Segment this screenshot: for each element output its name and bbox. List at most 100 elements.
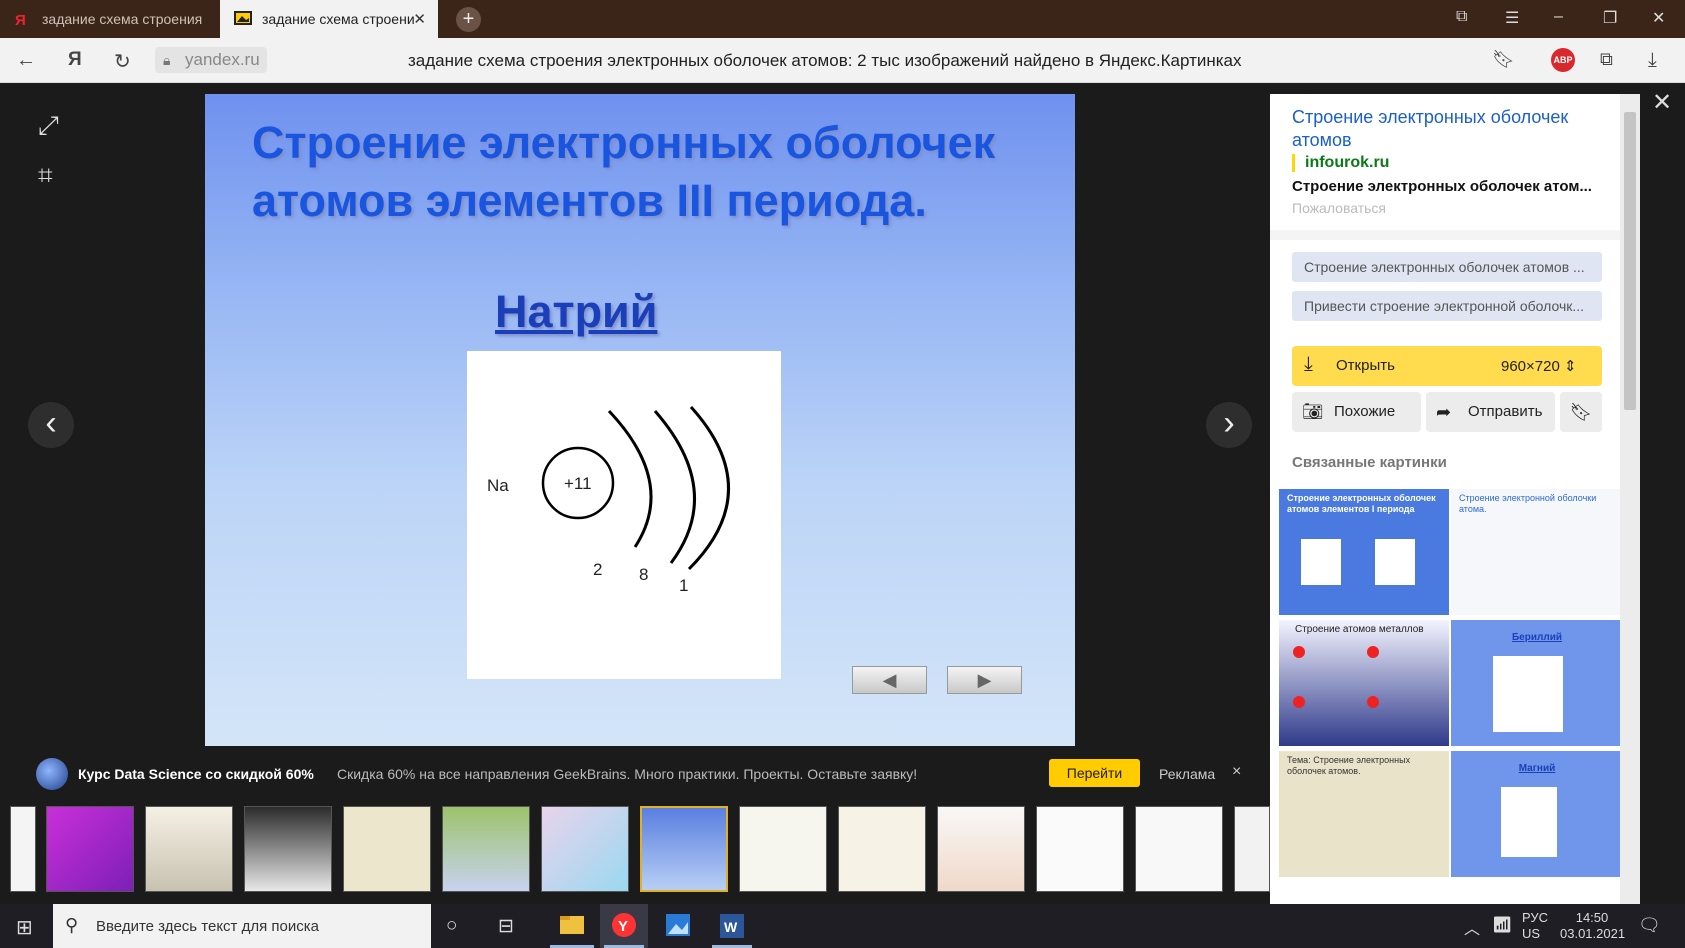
related-image[interactable]: Строение электронных оболочек атомов эле…: [1279, 489, 1449, 615]
similar-label: Похожие: [1334, 403, 1396, 420]
shell-2-arc: [653, 410, 697, 564]
thumbnail[interactable]: [1036, 806, 1124, 892]
related-image[interactable]: Строение электронной оболочки атома.: [1451, 489, 1621, 615]
related-image-title: Строение электронной оболочки атома.: [1459, 493, 1597, 514]
thumbnail[interactable]: [838, 806, 926, 892]
size-value: 960×720: [1501, 358, 1560, 375]
download-icon[interactable]: ⤓: [1648, 49, 1657, 72]
panel-site[interactable]: infourok.ru: [1292, 154, 1389, 172]
size-select[interactable]: 960×720 ⇕: [1501, 357, 1577, 375]
collections-icon[interactable]: ⧉: [1456, 8, 1467, 26]
ad-go-button[interactable]: Перейти: [1049, 759, 1140, 787]
thumbnail[interactable]: [244, 806, 332, 892]
notifications-icon[interactable]: 🗨︎: [1638, 915, 1661, 936]
back-icon[interactable]: ←: [16, 49, 36, 72]
related-search-pill[interactable]: Строение электронных оболочек атомов ...: [1292, 252, 1602, 282]
svg-text:Я: Я: [15, 12, 26, 27]
related-image[interactable]: Тема: Строение электронных оболочек атом…: [1279, 751, 1449, 877]
shell-1-count: 2: [593, 560, 602, 579]
yandex-browser-icon[interactable]: Y: [600, 904, 648, 948]
info-panel: Строение электронных оболочек атомов inf…: [1270, 94, 1630, 904]
related-image-title: Магний: [1518, 763, 1556, 774]
close-viewer-icon[interactable]: ✕: [1652, 88, 1672, 117]
thumbnail[interactable]: [937, 806, 1025, 892]
related-image[interactable]: Строение атомов металлов: [1279, 620, 1449, 746]
thumbnail[interactable]: [739, 806, 827, 892]
yandex-logo-icon[interactable]: Я: [68, 49, 82, 71]
tab-2-active[interactable]: задание схема строени ✕: [220, 0, 438, 38]
tab-1[interactable]: Я задание схема строения э: [0, 0, 218, 38]
clock-time: 14:50: [1575, 910, 1609, 925]
close-window-icon[interactable]: ✕: [1652, 8, 1665, 28]
thumbnail[interactable]: [1135, 806, 1223, 892]
fullscreen-icon[interactable]: ⤢: [38, 110, 59, 142]
related-image[interactable]: Бериллий: [1451, 620, 1621, 746]
file-explorer-icon[interactable]: [546, 904, 598, 948]
ad-close-icon[interactable]: ×: [1232, 763, 1241, 781]
ad-text[interactable]: Скидка 60% на все направления GeekBrains…: [337, 766, 917, 782]
bookmark-icon[interactable]: 🔖︎: [1492, 49, 1515, 70]
thumbnail[interactable]: [10, 806, 36, 892]
adblock-icon[interactable]: ABP: [1551, 48, 1575, 72]
minimize-icon[interactable]: –: [1554, 8, 1563, 26]
panel-title[interactable]: Строение электронных оболочек атомов: [1292, 106, 1612, 152]
related-image[interactable]: Магний: [1451, 751, 1621, 877]
domain-label[interactable]: 🔒︎ yandex.ru: [155, 47, 267, 73]
language-indicator[interactable]: РУС US: [1522, 910, 1548, 942]
restore-icon[interactable]: ❐: [1603, 8, 1617, 28]
ad-title[interactable]: Курс Data Science со скидкой 60%: [78, 766, 314, 782]
thumbnail[interactable]: [46, 806, 134, 892]
clock[interactable]: 14:50 03.01.2021: [1560, 910, 1625, 942]
ad-label[interactable]: Реклама: [1159, 766, 1215, 782]
slide-next-icon: ▶: [947, 666, 1022, 694]
atom-diagram: Na +11 2 8 1: [467, 351, 781, 679]
thumbnail-selected[interactable]: [640, 806, 728, 892]
language-secondary: US: [1522, 926, 1541, 941]
extension-icon[interactable]: ⧉: [1600, 49, 1613, 70]
thumbnail[interactable]: [1234, 806, 1270, 892]
open-button[interactable]: ⤓ Открыть 960×720 ⇕: [1292, 346, 1602, 386]
slide-image[interactable]: Строение электронных оболочек атомов эле…: [205, 94, 1075, 746]
related-thumb-box: [1375, 539, 1415, 585]
related-search-pill[interactable]: Привести строение электронной оболочк...: [1292, 291, 1602, 321]
menu-icon[interactable]: ☰: [1505, 8, 1519, 28]
windows-start-icon[interactable]: ⊞: [16, 915, 33, 940]
bookmark-button[interactable]: 🔖︎: [1560, 392, 1602, 432]
geekbrains-icon: [36, 758, 68, 790]
atom-dot: [1367, 646, 1379, 658]
panel-scroll-thumb[interactable]: [1624, 112, 1636, 410]
thumbnail[interactable]: [442, 806, 530, 892]
svg-text:W: W: [724, 919, 738, 935]
related-image-title: Строение электронных оболочек атомов эле…: [1287, 493, 1436, 514]
crop-icon[interactable]: ⌗: [38, 160, 53, 192]
thumbnail-strip: [10, 802, 1270, 892]
close-tab-icon[interactable]: ✕: [413, 10, 426, 28]
thumbnail[interactable]: [145, 806, 233, 892]
cortana-icon[interactable]: ○: [446, 915, 457, 937]
tray-chevron-icon[interactable]: ︿: [1464, 915, 1480, 939]
taskbar-search[interactable]: ⚲ Введите здесь текст для поиска: [53, 904, 431, 948]
network-icon[interactable]: 📶︎: [1492, 915, 1512, 935]
report-link[interactable]: Пожаловаться: [1292, 200, 1386, 216]
address-bar: ← Я ↻ 🔒︎ yandex.ru задание схема строени…: [0, 38, 1685, 83]
reload-icon[interactable]: ↻: [114, 49, 131, 74]
thumbnail[interactable]: [343, 806, 431, 892]
word-icon[interactable]: W: [708, 904, 756, 948]
new-tab-button[interactable]: +: [456, 7, 481, 32]
lock-icon: 🔒︎: [163, 52, 171, 68]
page-title[interactable]: задание схема строения электронных оболо…: [408, 51, 1242, 71]
language-primary: РУС: [1522, 910, 1549, 925]
photos-icon[interactable]: [654, 904, 702, 948]
task-view-icon[interactable]: ⊟: [498, 915, 514, 938]
related-image-title: Тема: Строение электронных оболочек атом…: [1287, 755, 1411, 776]
next-image-button[interactable]: ›: [1206, 402, 1252, 448]
similar-button[interactable]: 📷︎ Похожие: [1292, 392, 1421, 432]
open-label: Открыть: [1336, 357, 1395, 374]
yandex-icon: Я: [14, 11, 32, 29]
thumbnail[interactable]: [541, 806, 629, 892]
slide-prev-icon: ◀: [852, 666, 927, 694]
ad-banner: Курс Data Science со скидкой 60% Скидка …: [36, 754, 1256, 796]
prev-image-button[interactable]: ‹: [28, 402, 74, 448]
share-button[interactable]: ➦ Отправить: [1426, 392, 1555, 432]
atom-dot: [1293, 696, 1305, 708]
